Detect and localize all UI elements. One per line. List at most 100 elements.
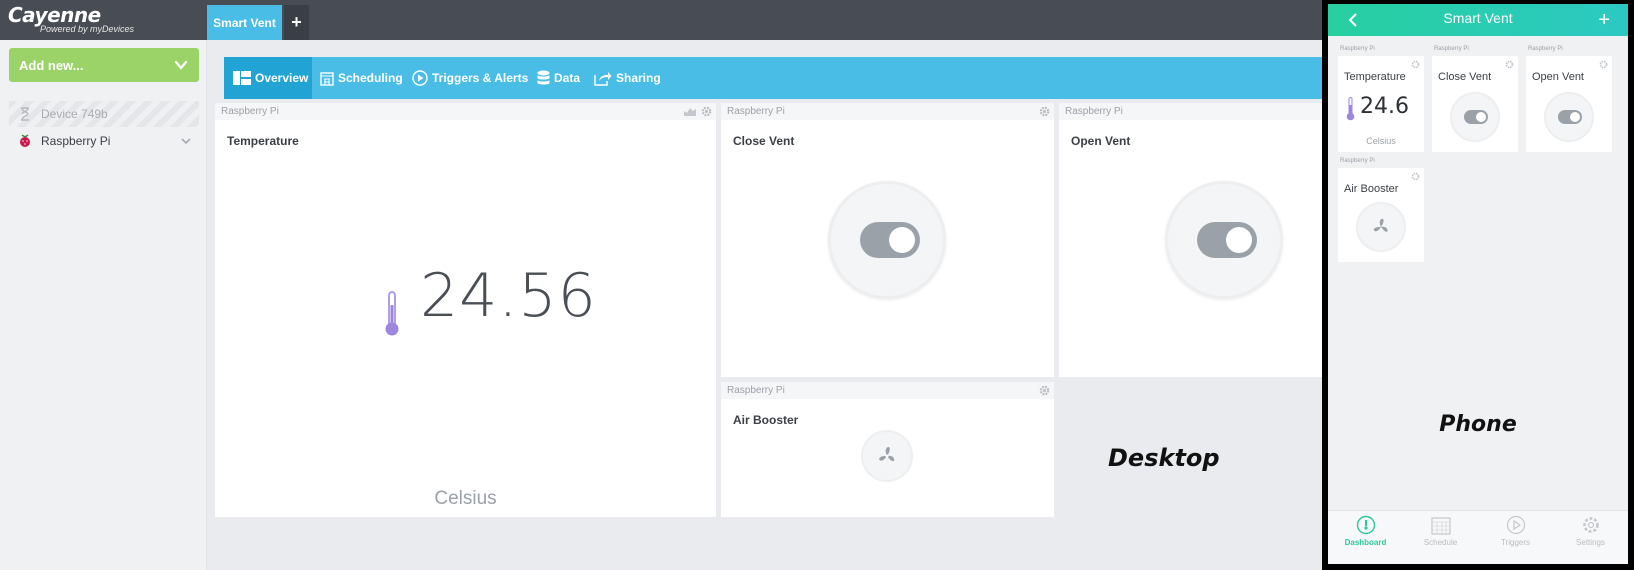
gear-icon[interactable] bbox=[701, 106, 712, 117]
fan-icon bbox=[1373, 218, 1388, 232]
tab-label: Settings bbox=[1576, 538, 1605, 547]
chevron-down-icon bbox=[174, 60, 188, 70]
card-title: Open Vent bbox=[1532, 71, 1584, 83]
tab-settings[interactable]: Settings bbox=[1553, 515, 1628, 547]
widget-title: Close Vent bbox=[733, 134, 795, 148]
temperature-unit: Celsius bbox=[434, 488, 497, 509]
temperature-value: 24.56 bbox=[420, 261, 597, 331]
phone-title: Smart Vent bbox=[1443, 10, 1513, 26]
fan-button[interactable] bbox=[861, 430, 913, 482]
tab-label: Dashboard bbox=[1344, 538, 1387, 547]
share-icon bbox=[594, 72, 612, 86]
widget-header: Raspberry Pi bbox=[721, 382, 1054, 399]
phone-add-button[interactable]: + bbox=[1598, 9, 1610, 32]
air-booster-widget: Raspberry Pi Air Booster bbox=[721, 382, 1054, 517]
toggle-button[interactable] bbox=[1544, 92, 1594, 142]
card-unit: Celsius bbox=[1366, 136, 1396, 146]
temperature-widget[interactable]: Raspberry Pi Temperature 24.56 Celsius bbox=[215, 103, 716, 517]
toggle-button[interactable] bbox=[828, 181, 946, 299]
tab-label: Data bbox=[554, 71, 581, 85]
hourglass-icon bbox=[17, 106, 33, 122]
gear-icon bbox=[1582, 517, 1599, 533]
tab-label: Sharing bbox=[616, 71, 661, 85]
card-title: Close Vent bbox=[1438, 71, 1492, 83]
calendar-icon bbox=[1430, 517, 1451, 535]
sidebar-item-device-749b[interactable]: Device 749b bbox=[9, 101, 199, 127]
chevron-down-icon[interactable] bbox=[179, 134, 193, 148]
widget-device-label: Raspberry Pi bbox=[221, 106, 279, 117]
toggle-switch[interactable] bbox=[1558, 110, 1582, 124]
database-icon bbox=[537, 70, 550, 85]
phone-frame: Smart Vent + Raspberry Pi Temperature 24… bbox=[1322, 0, 1634, 570]
chart-icon[interactable] bbox=[684, 107, 696, 116]
tab-triggers-alerts[interactable]: Triggers & Alerts bbox=[412, 57, 528, 99]
tab-triggers[interactable]: Triggers bbox=[1478, 515, 1553, 547]
tab-schedule[interactable]: Schedule bbox=[1403, 515, 1478, 547]
toggle-switch[interactable] bbox=[860, 222, 920, 258]
toggle-button[interactable] bbox=[1165, 181, 1283, 299]
gear-icon[interactable] bbox=[1599, 60, 1608, 69]
fan-button[interactable] bbox=[1356, 202, 1406, 252]
gear-icon[interactable] bbox=[1411, 60, 1420, 69]
logo[interactable]: Cayenne Powered by myDevices bbox=[8, 3, 134, 34]
phone-header: Smart Vent + bbox=[1328, 4, 1628, 36]
tab-dashboard[interactable]: Dashboard bbox=[1328, 515, 1403, 547]
phone-label: Phone bbox=[1439, 412, 1517, 437]
widget-device-label: Raspberry Pi bbox=[727, 385, 785, 396]
widget-header: Raspberry Pi bbox=[721, 103, 1054, 120]
card-device-label: Raspberry Pi bbox=[1434, 46, 1469, 52]
sidebar: Add new... Device 749b Raspberry Pi bbox=[0, 40, 207, 570]
tab-label: Triggers bbox=[1500, 538, 1531, 547]
phone-air-booster-card: Raspberry Pi Air Booster bbox=[1338, 158, 1424, 262]
card-device-label: Raspberry Pi bbox=[1528, 46, 1563, 52]
widget-header: Raspberry Pi bbox=[215, 103, 716, 120]
gear-icon[interactable] bbox=[1411, 172, 1420, 181]
widget-header: Raspberry Pi bbox=[1059, 103, 1322, 120]
gear-icon[interactable] bbox=[1039, 106, 1050, 117]
phone-temperature-card[interactable]: Raspberry Pi Temperature 24.6 Celsius bbox=[1338, 46, 1424, 152]
dashboard-icon bbox=[1356, 515, 1375, 535]
tab-label: Overview bbox=[255, 71, 309, 85]
logo-tagline: Powered by myDevices bbox=[40, 24, 135, 34]
card-title: Air Booster bbox=[1344, 183, 1399, 195]
card-device-label: Raspberry Pi bbox=[1340, 158, 1375, 164]
toggle-button[interactable] bbox=[1450, 92, 1500, 142]
tab-sharing[interactable]: Sharing bbox=[594, 57, 661, 99]
widget-device-label: Raspberry Pi bbox=[727, 106, 785, 117]
widget-device-label: Raspberry Pi bbox=[1065, 106, 1123, 117]
phone-screen: Smart Vent + Raspberry Pi Temperature 24… bbox=[1328, 4, 1628, 564]
tab-overview[interactable]: Overview bbox=[224, 57, 312, 99]
tab-scheduling[interactable]: Scheduling bbox=[320, 57, 403, 99]
tab-label: Scheduling bbox=[338, 71, 403, 85]
close-vent-widget: Raspberry Pi Close Vent bbox=[721, 103, 1054, 377]
sidebar-item-raspberry-pi[interactable]: Raspberry Pi bbox=[9, 128, 199, 154]
tab-label: Schedule bbox=[1423, 538, 1458, 547]
top-bar: Cayenne Powered by myDevices Smart Vent … bbox=[0, 0, 1322, 40]
card-title: Temperature bbox=[1344, 71, 1406, 83]
open-vent-widget: Raspberry Pi Open Vent bbox=[1059, 103, 1322, 377]
sidebar-item-label: Device 749b bbox=[41, 107, 108, 121]
dashboard-nav: Overview Scheduling Triggers & Alerts Da… bbox=[224, 57, 1322, 99]
toggle-switch[interactable] bbox=[1464, 110, 1488, 124]
play-circle-icon bbox=[1506, 515, 1525, 535]
thermometer-icon bbox=[1346, 97, 1355, 121]
sidebar-item-label: Raspberry Pi bbox=[41, 134, 111, 148]
add-tab-button[interactable]: + bbox=[284, 5, 309, 40]
add-new-button[interactable]: Add new... bbox=[9, 48, 199, 82]
screenshot-root: Cayenne Powered by myDevices Smart Vent … bbox=[0, 0, 1634, 570]
add-new-label: Add new... bbox=[19, 57, 84, 73]
phone-close-vent-card: Raspberry Pi Close Vent bbox=[1432, 46, 1518, 152]
calendar-icon bbox=[320, 71, 334, 86]
dashboard-icon bbox=[233, 71, 251, 85]
phone-tab-bar: Dashboard Schedule Triggers Settings bbox=[1328, 510, 1628, 564]
gear-icon[interactable] bbox=[1505, 60, 1514, 69]
gear-icon[interactable] bbox=[1039, 385, 1050, 396]
widget-title: Air Booster bbox=[733, 413, 799, 427]
tab-smart-vent[interactable]: Smart Vent bbox=[207, 5, 282, 40]
toggle-switch[interactable] bbox=[1197, 222, 1257, 258]
thermometer-icon bbox=[385, 291, 399, 336]
fan-icon bbox=[879, 447, 895, 462]
tab-data[interactable]: Data bbox=[537, 57, 580, 99]
play-circle-icon bbox=[412, 70, 428, 86]
raspberry-pi-icon bbox=[17, 133, 33, 149]
